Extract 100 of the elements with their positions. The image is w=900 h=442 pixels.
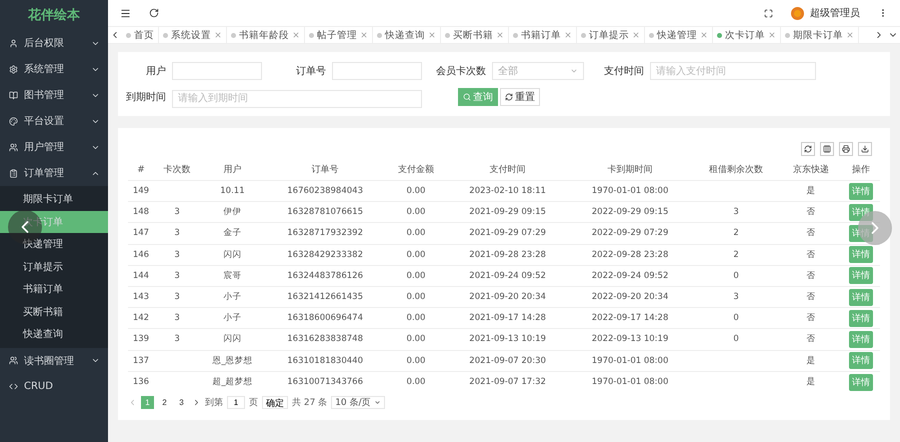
- refresh-icon[interactable]: [149, 8, 159, 18]
- close-icon[interactable]: [214, 31, 222, 39]
- table-cell: 否: [780, 265, 842, 286]
- page-button[interactable]: 3: [175, 396, 188, 410]
- tab[interactable]: 首页: [122, 26, 159, 44]
- table-cell: 2: [691, 244, 781, 266]
- sidebar-item[interactable]: 图书管理: [0, 82, 108, 108]
- caret-icon: [570, 67, 578, 75]
- table-cell: 148: [128, 202, 154, 223]
- table-cell: 0.00: [386, 222, 446, 244]
- tab[interactable]: 快递查询: [373, 26, 441, 44]
- tab[interactable]: 买断书籍: [441, 26, 509, 44]
- sidebar-subitem[interactable]: 书籍订单: [0, 278, 108, 300]
- table-cell: 137: [128, 350, 154, 372]
- column-header: 订单号: [264, 160, 386, 180]
- table-cell: 0.00: [386, 286, 446, 308]
- table-cell: 2021-09-20 20:34: [446, 286, 569, 308]
- close-icon[interactable]: [496, 31, 504, 39]
- table-cell: 1970-01-01 08:00: [568, 350, 692, 372]
- table-cell: 2022-09-29 07:29: [568, 222, 692, 244]
- table-cell: 2021-09-28 23:28: [446, 244, 569, 266]
- close-icon[interactable]: [428, 31, 436, 39]
- table-cell: 2022-09-20 20:34: [568, 286, 692, 308]
- tab[interactable]: 帖子管理: [305, 26, 373, 44]
- tab[interactable]: 次卡订单: [713, 26, 781, 44]
- sidebar-item[interactable]: CRUD: [0, 374, 108, 400]
- close-icon[interactable]: [292, 31, 300, 39]
- table-cell: 闪闪: [200, 328, 265, 350]
- page-size-select[interactable]: 10 条/页: [331, 396, 385, 410]
- sidebar-subitem[interactable]: 快递管理: [0, 233, 108, 256]
- reset-button[interactable]: 重置: [500, 88, 540, 106]
- sidebar-subitem[interactable]: 买断书籍: [0, 300, 108, 323]
- tab[interactable]: 系统设置: [159, 26, 227, 44]
- page-button[interactable]: 2: [158, 396, 171, 410]
- table-cell: 小子: [200, 308, 265, 329]
- tab[interactable]: 书籍年龄段: [227, 26, 305, 44]
- gear-icon: [9, 64, 18, 74]
- export-button[interactable]: [858, 142, 872, 156]
- pay-time-input[interactable]: 请输入支付时间: [650, 62, 816, 80]
- table-cell: 0: [691, 265, 781, 286]
- table-cell: 恩_恩梦想: [200, 350, 265, 372]
- sidebar-item[interactable]: 用户管理: [0, 134, 108, 160]
- table-cell: 伊伊: [200, 202, 265, 223]
- table-cell: 16321412661435: [264, 286, 386, 308]
- table-cell: 2: [691, 222, 781, 244]
- table-cell: 0.00: [386, 265, 446, 286]
- sidebar-item[interactable]: 订单管理: [0, 160, 108, 186]
- table-cell: 16310181830440: [264, 350, 386, 372]
- table-cell: 金子: [200, 222, 265, 244]
- code-icon: [9, 382, 18, 391]
- refresh-button[interactable]: [801, 142, 815, 156]
- print-button[interactable]: [839, 142, 853, 156]
- expire-time-input[interactable]: 请输入到期时间: [172, 90, 422, 108]
- sidebar-item[interactable]: 读书圈管理: [0, 348, 108, 374]
- close-icon[interactable]: [632, 31, 640, 39]
- tab[interactable]: 快递管理: [645, 26, 713, 44]
- close-icon[interactable]: [846, 31, 854, 39]
- sidebar-subitem[interactable]: 订单提示: [0, 256, 108, 278]
- table-cell: 2021-09-13 10:19: [446, 328, 569, 350]
- menu-icon[interactable]: [120, 8, 131, 18]
- table-cell: 0.00: [386, 180, 446, 202]
- close-icon[interactable]: [564, 31, 572, 39]
- sidebar-subitem[interactable]: 期限卡订单: [0, 188, 108, 210]
- close-icon[interactable]: [360, 31, 368, 39]
- table-cell: 16318600696474: [264, 308, 386, 329]
- table-cell: 146: [128, 244, 154, 266]
- table-cell: 0: [691, 308, 781, 329]
- page-input[interactable]: 1: [227, 396, 245, 410]
- sidebar-item[interactable]: 系统管理: [0, 56, 108, 82]
- clipboard-icon: [9, 168, 18, 178]
- table-cell: 16328429233382: [264, 244, 386, 266]
- sidebar-item[interactable]: 平台设置: [0, 108, 108, 134]
- tab[interactable]: 订单提示: [577, 26, 645, 44]
- chevron-down-icon: [91, 356, 100, 365]
- user-name[interactable]: 超级管理员: [810, 6, 860, 20]
- tab[interactable]: 期限卡订单: [781, 26, 859, 44]
- tab[interactable]: 书籍订单: [509, 26, 577, 44]
- previous-page-icon[interactable]: [128, 398, 137, 408]
- sidebar-subitem[interactable]: 快递查询: [0, 323, 108, 346]
- table-cell: 否: [780, 222, 842, 244]
- next-page-icon[interactable]: [192, 398, 201, 408]
- confirm-button[interactable]: 确定: [262, 396, 288, 410]
- table-cell: 3: [154, 308, 200, 329]
- column-header: 京东快递: [780, 160, 842, 180]
- order-number-input[interactable]: [332, 62, 422, 80]
- table-cell: 0.00: [386, 371, 446, 392]
- table-cell: 16328781076615: [264, 202, 386, 223]
- close-icon[interactable]: [768, 31, 776, 39]
- sidebar-item[interactable]: 后台权限: [0, 30, 108, 56]
- table-cell: 147: [128, 222, 154, 244]
- close-icon[interactable]: [700, 31, 708, 39]
- columns-button[interactable]: [820, 142, 834, 156]
- fullscreen-icon[interactable]: [764, 8, 773, 18]
- column-header: 卡次数: [154, 160, 200, 180]
- user-input[interactable]: [172, 62, 262, 80]
- table-cell: 小子: [200, 286, 265, 308]
- table-cell: 0: [691, 328, 781, 350]
- printer-icon: [842, 144, 850, 152]
- avatar[interactable]: [791, 6, 804, 20]
- table-cell: 3: [154, 265, 200, 286]
